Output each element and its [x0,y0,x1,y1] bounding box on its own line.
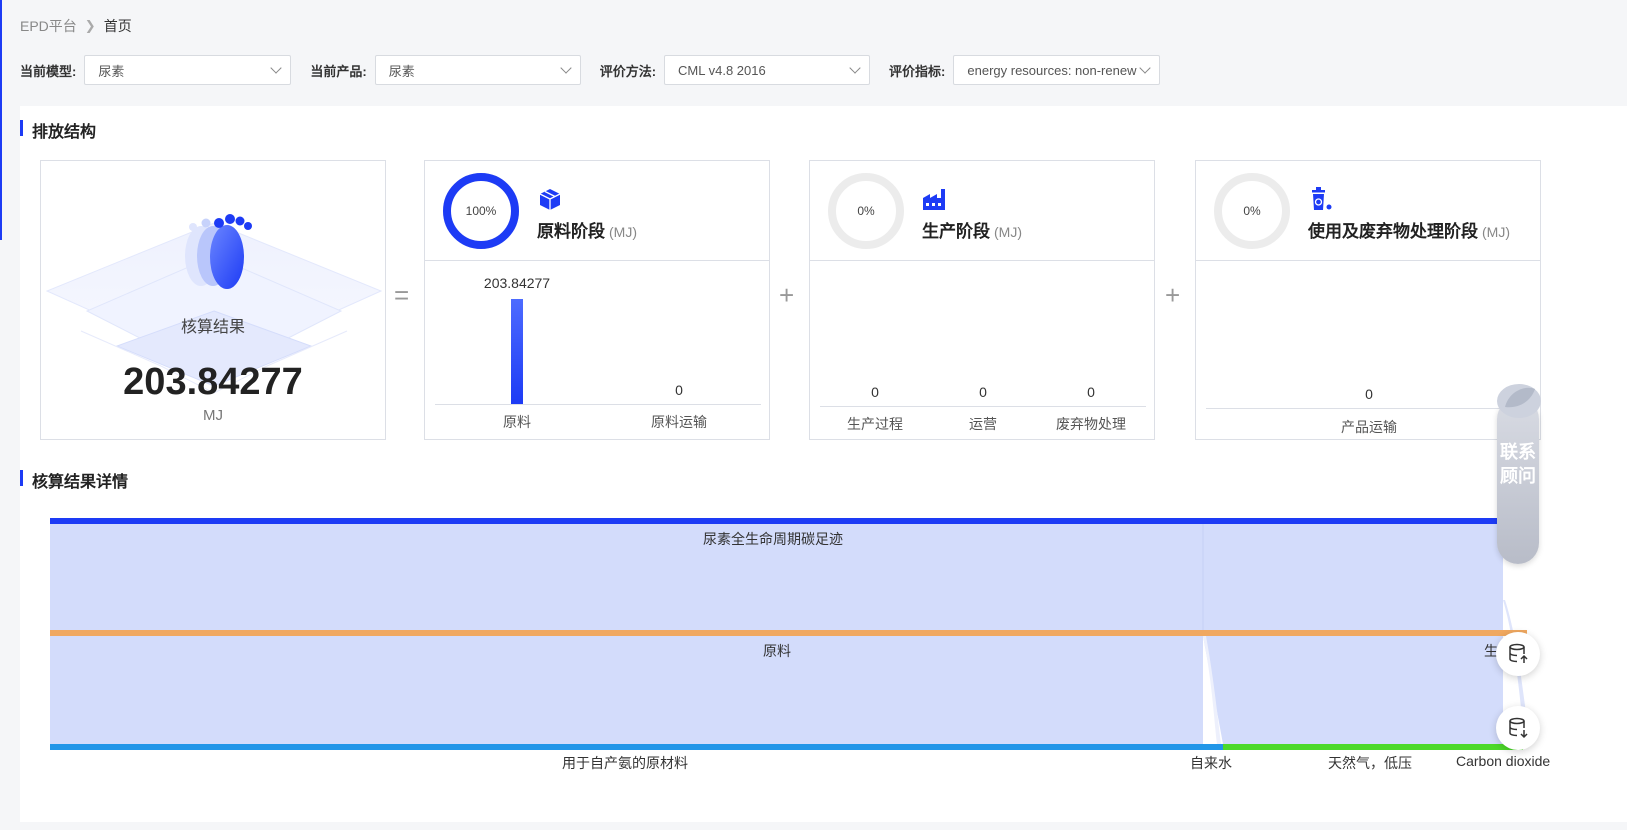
stage-card-raw: 100% 原料阶段 (MJ) 203.84277 0 原料 原料运输 [424,160,770,440]
percent-label: 0% [1243,204,1261,218]
bar-value: 0 [1087,384,1095,400]
indicator-select-value: energy resources: non-renew [967,62,1137,78]
breadcrumb: EPD平台 ❯ 首页 [20,16,132,36]
sankey-label-co2: Carbon dioxide [1456,753,1551,769]
stage-header: 0% 生产阶段 (MJ) [810,161,1154,261]
stage-header: 0% 使用及废弃物处理阶段 (MJ) [1196,161,1540,261]
bar-value: 203.84277 [483,275,551,291]
stage-header: 100% 原料阶段 (MJ) [425,161,769,261]
bar-category: 废弃物处理 [1056,416,1126,432]
filter-label-product: 当前产品: [310,63,367,79]
detail-section-title: 核算结果详情 [20,468,128,492]
sankey-label-water: 自来水 [1190,755,1232,771]
chevron-down-icon [270,62,283,74]
axis-line [820,406,1146,407]
equals-operator: = [394,280,410,310]
sankey-label-ammonia: 用于自产氨的原材料 [562,755,688,771]
indicator-select[interactable]: energy resources: non-renew [953,55,1161,85]
method-select-value: CML v4.8 2016 [678,62,766,78]
result-value: 203.84277 [123,361,303,403]
sankey-label-raw: 原料 [763,643,791,659]
bar-value: 0 [1365,386,1373,402]
stage-name: 使用及废弃物处理阶段 (MJ) [1308,222,1510,241]
bar-category: 原料运输 [651,414,707,430]
sankey-label-root: 尿素全生命周期碳足迹 [703,531,843,547]
filter-label-method: 评价方法: [599,63,657,79]
breadcrumb-current: 首页 [103,18,132,34]
stage-name: 生产阶段 (MJ) [922,222,1022,241]
axis-line [435,404,761,405]
database-download-icon [1509,717,1528,739]
breadcrumb-root[interactable]: EPD平台 [20,16,77,36]
filter-bar: 当前模型: 尿素 当前产品: 尿素 评价方法: CML v4.8 2016 评价… [20,55,1179,85]
factory-icon [923,189,945,210]
database-download-button[interactable] [1496,706,1540,750]
sankey-label-gas: 天然气，低压 [1328,755,1412,771]
result-card: 核算结果 203.84277 MJ [40,160,386,440]
chevron-down-icon [560,62,572,74]
main-panel: 排放结构 核算结果 203.84277 MJ = + + 100% 原料阶段 (… [20,106,1627,822]
emission-section-title: 排放结构 [20,118,96,142]
stage-card-production: 0% 生产阶段 (MJ) 0 0 0 生产过程 运营 废弃物处理 [809,160,1155,440]
consult-advisor-label[interactable]: 联系顾问 [1497,440,1539,488]
filter-label-model: 当前模型: [20,63,77,79]
bar-category: 原料 [503,414,531,430]
bar-value: 0 [675,382,683,398]
plus-operator: + [779,280,795,310]
boxes-icon [539,189,561,210]
filter-label-indicator: 评价指标: [889,63,946,79]
plus-operator: + [1165,280,1181,310]
leaf-icon [1497,384,1541,418]
database-upload-icon [1509,643,1528,663]
percent-label: 100% [465,204,497,218]
result-unit: MJ [203,407,223,424]
chevron-down-icon [1139,62,1152,74]
recycle-bin-icon [1312,187,1332,210]
chevron-right-icon: ❯ [84,18,96,33]
product-select[interactable]: 尿素 [374,55,581,85]
axis-line [1206,408,1532,409]
bar-category: 运营 [969,416,997,432]
product-select-value: 尿素 [388,63,415,79]
edge-accent-line [0,0,2,240]
bar-value: 0 [871,384,879,400]
stage-card-use-disposal: 0% 使用及废弃物处理阶段 (MJ) 0 产品运输 [1195,160,1541,440]
bar-category: 生产过程 [847,416,903,432]
bar-raw [511,299,523,404]
method-select[interactable]: CML v4.8 2016 [664,55,871,85]
percent-label: 0% [857,204,875,218]
result-label: 核算结果 [180,319,245,336]
database-upload-button[interactable] [1496,632,1540,676]
bar-category: 产品运输 [1341,419,1397,435]
model-select-value: 尿素 [98,63,125,79]
chevron-down-icon [849,62,861,74]
model-select[interactable]: 尿素 [84,55,292,85]
bar-value: 0 [979,384,987,400]
stage-name: 原料阶段 (MJ) [537,222,637,241]
